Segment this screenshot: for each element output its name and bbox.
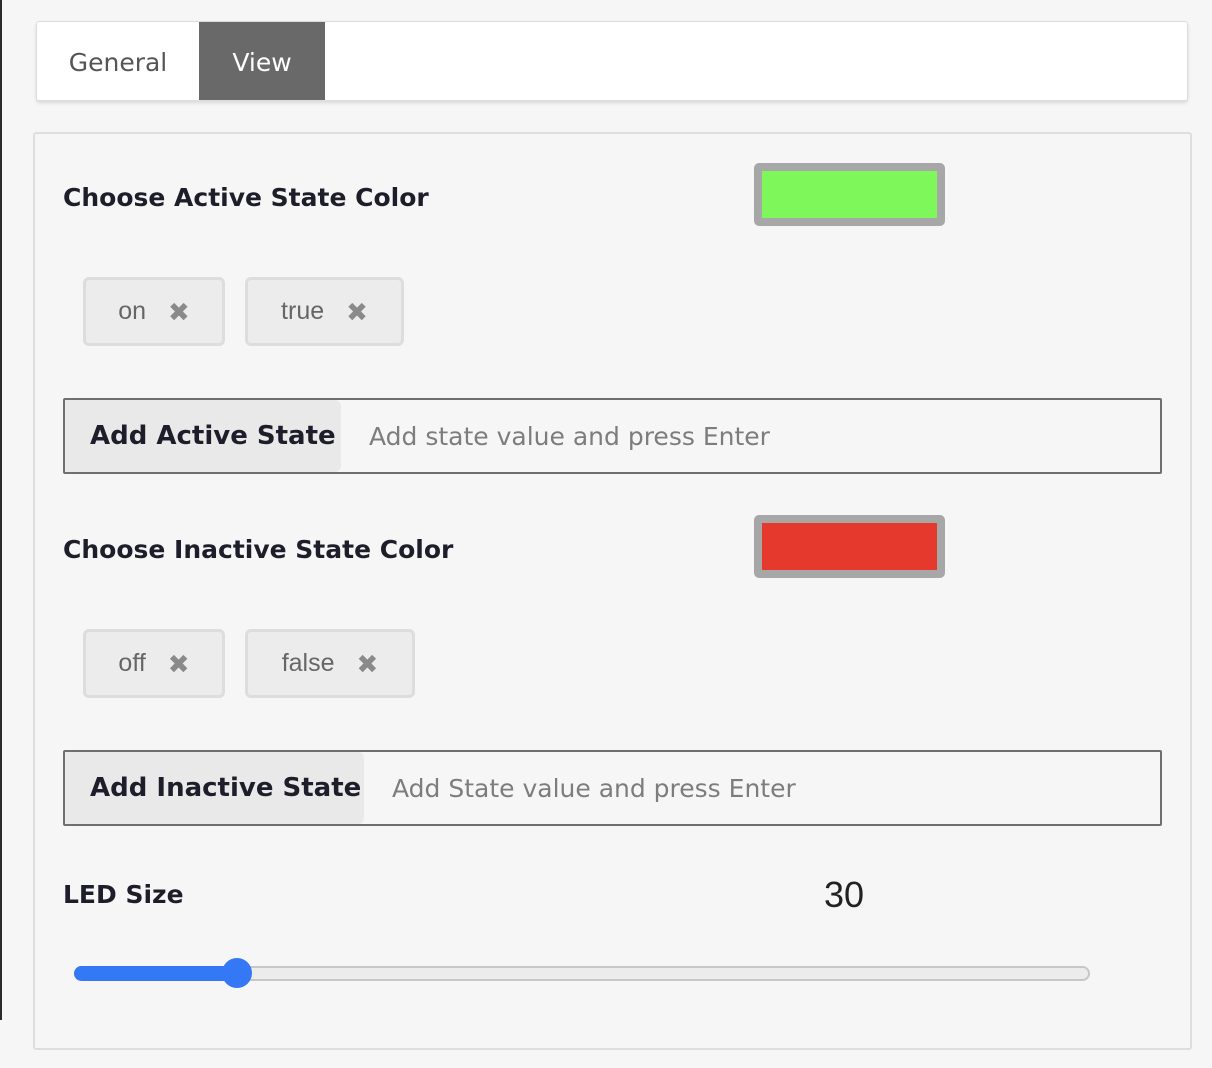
led-size-value: 30 — [824, 874, 865, 915]
tab-view[interactable]: View — [199, 22, 325, 100]
chip-label: on — [118, 297, 146, 325]
remove-chip-icon[interactable]: ✖ — [346, 299, 368, 325]
led-size-slider-thumb[interactable] — [221, 958, 252, 988]
active-color-swatch[interactable] — [754, 163, 945, 226]
remove-chip-icon[interactable]: ✖ — [357, 651, 379, 677]
tab-bar: General View — [36, 21, 1188, 101]
remove-chip-icon[interactable]: ✖ — [168, 651, 190, 677]
inactive-state-input[interactable] — [364, 752, 1160, 824]
active-state-chip-on: on ✖ — [83, 277, 225, 346]
chip-label: true — [281, 297, 325, 325]
inactive-state-chip-off: off ✖ — [83, 629, 225, 698]
remove-chip-icon[interactable]: ✖ — [168, 299, 190, 325]
chip-label: false — [281, 649, 335, 677]
led-size-label: LED Size — [63, 880, 184, 909]
inactive-color-swatch[interactable] — [754, 515, 945, 578]
active-state-input[interactable] — [341, 400, 1160, 472]
left-divider — [0, 0, 2, 1020]
add-inactive-state-button[interactable]: Add Inactive State — [65, 752, 364, 824]
chip-label: off — [118, 649, 146, 677]
active-color-label: Choose Active State Color — [63, 183, 429, 212]
add-active-state-button[interactable]: Add Active State — [65, 400, 341, 472]
inactive-state-input-group: Add Inactive State — [63, 750, 1162, 826]
active-state-input-group: Add Active State — [63, 398, 1162, 474]
inactive-state-chip-false: false ✖ — [245, 629, 415, 698]
inactive-color-label: Choose Inactive State Color — [63, 535, 454, 564]
tab-general[interactable]: General — [37, 22, 199, 100]
view-settings-panel — [33, 132, 1192, 1050]
active-state-chip-true: true ✖ — [245, 277, 404, 346]
led-size-slider-fill — [74, 966, 237, 981]
